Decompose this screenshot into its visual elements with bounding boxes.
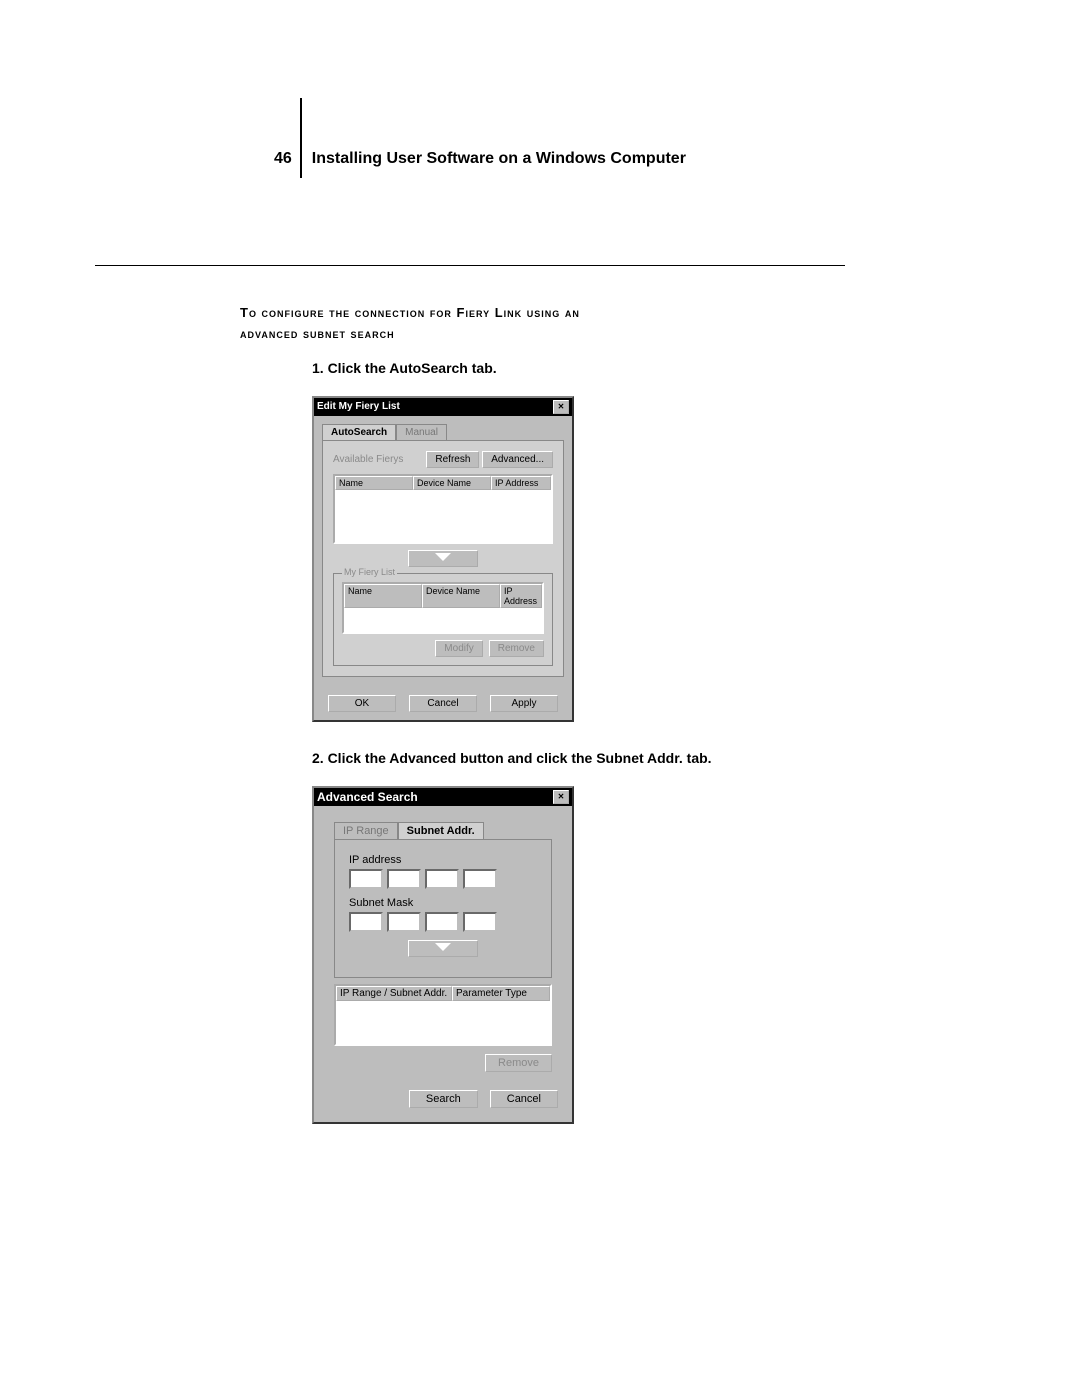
mask-octet-4[interactable] — [463, 912, 497, 932]
mask-octet-1[interactable] — [349, 912, 383, 932]
step-1: 1. Click the AutoSearch tab. — [240, 345, 840, 396]
ip-octet-4[interactable] — [463, 869, 497, 889]
available-fierys-table[interactable]: Name Device Name IP Address — [333, 474, 553, 544]
subnet-mask-fields — [349, 912, 537, 932]
my-fiery-list-legend: My Fiery List — [342, 567, 397, 577]
close-icon[interactable]: ✕ — [553, 790, 569, 804]
available-fierys-label: Available Fierys — [333, 454, 403, 465]
chevron-down-icon — [435, 553, 451, 561]
page-header: 46 Installing User Software on a Windows… — [274, 0, 840, 168]
tab-autosearch[interactable]: AutoSearch — [322, 424, 396, 440]
my-fiery-list-table[interactable]: Name Device Name IP Address — [342, 582, 544, 634]
cancel-button[interactable]: Cancel — [490, 1090, 558, 1108]
search-button[interactable]: Search — [409, 1090, 478, 1108]
step-2: 2. Click the Advanced button and click t… — [240, 722, 840, 786]
add-down-button[interactable] — [408, 550, 478, 567]
refresh-button[interactable]: Refresh — [426, 451, 479, 468]
page-number: 46 — [274, 150, 292, 168]
mask-octet-2[interactable] — [387, 912, 421, 932]
col-ip: IP Address — [500, 584, 542, 608]
remove-button: Remove — [489, 640, 544, 657]
horizontal-rule — [95, 265, 845, 266]
col-param: Parameter Type — [452, 986, 550, 1001]
tab-subnet-addr[interactable]: Subnet Addr. — [398, 822, 484, 839]
chevron-down-icon — [435, 943, 451, 951]
col-range: IP Range / Subnet Addr. — [336, 986, 452, 1001]
titlebar: Edit My Fiery List ✕ — [314, 398, 572, 416]
ok-button[interactable]: OK — [328, 695, 396, 712]
chapter-title: Installing User Software on a Windows Co… — [298, 150, 686, 168]
col-name: Name — [335, 476, 413, 490]
col-device: Device Name — [422, 584, 500, 608]
col-ip: IP Address — [491, 476, 551, 490]
dialog-title: Edit My Fiery List — [317, 401, 400, 412]
apply-button[interactable]: Apply — [490, 695, 558, 712]
modify-button: Modify — [435, 640, 482, 657]
tab-ip-range[interactable]: IP Range — [334, 822, 398, 839]
section-heading: To configure the connection for Fiery Li… — [240, 303, 840, 345]
ip-address-fields — [349, 869, 537, 889]
close-icon[interactable]: ✕ — [553, 400, 569, 414]
dialog-title: Advanced Search — [317, 790, 418, 804]
mask-octet-3[interactable] — [425, 912, 459, 932]
col-name: Name — [344, 584, 422, 608]
titlebar: Advanced Search ✕ — [314, 788, 572, 806]
my-fiery-list-group: My Fiery List Name Device Name IP Addres… — [333, 573, 553, 666]
subnet-mask-label: Subnet Mask — [349, 897, 537, 909]
tabs: AutoSearch Manual — [322, 424, 564, 440]
ip-address-label: IP address — [349, 854, 537, 866]
cancel-button[interactable]: Cancel — [409, 695, 477, 712]
advanced-search-dialog: Advanced Search ✕ IP Range Subnet Addr. … — [312, 786, 574, 1124]
tab-manual[interactable]: Manual — [396, 424, 447, 440]
ip-octet-2[interactable] — [387, 869, 421, 889]
ip-octet-1[interactable] — [349, 869, 383, 889]
remove-button: Remove — [485, 1054, 552, 1072]
edit-my-fiery-list-dialog: Edit My Fiery List ✕ AutoSearch Manual A… — [312, 396, 574, 722]
add-down-button[interactable] — [408, 940, 478, 957]
advanced-button[interactable]: Advanced... — [482, 451, 553, 468]
col-device: Device Name — [413, 476, 491, 490]
range-subnet-table[interactable]: IP Range / Subnet Addr. Parameter Type — [334, 984, 552, 1046]
ip-octet-3[interactable] — [425, 869, 459, 889]
